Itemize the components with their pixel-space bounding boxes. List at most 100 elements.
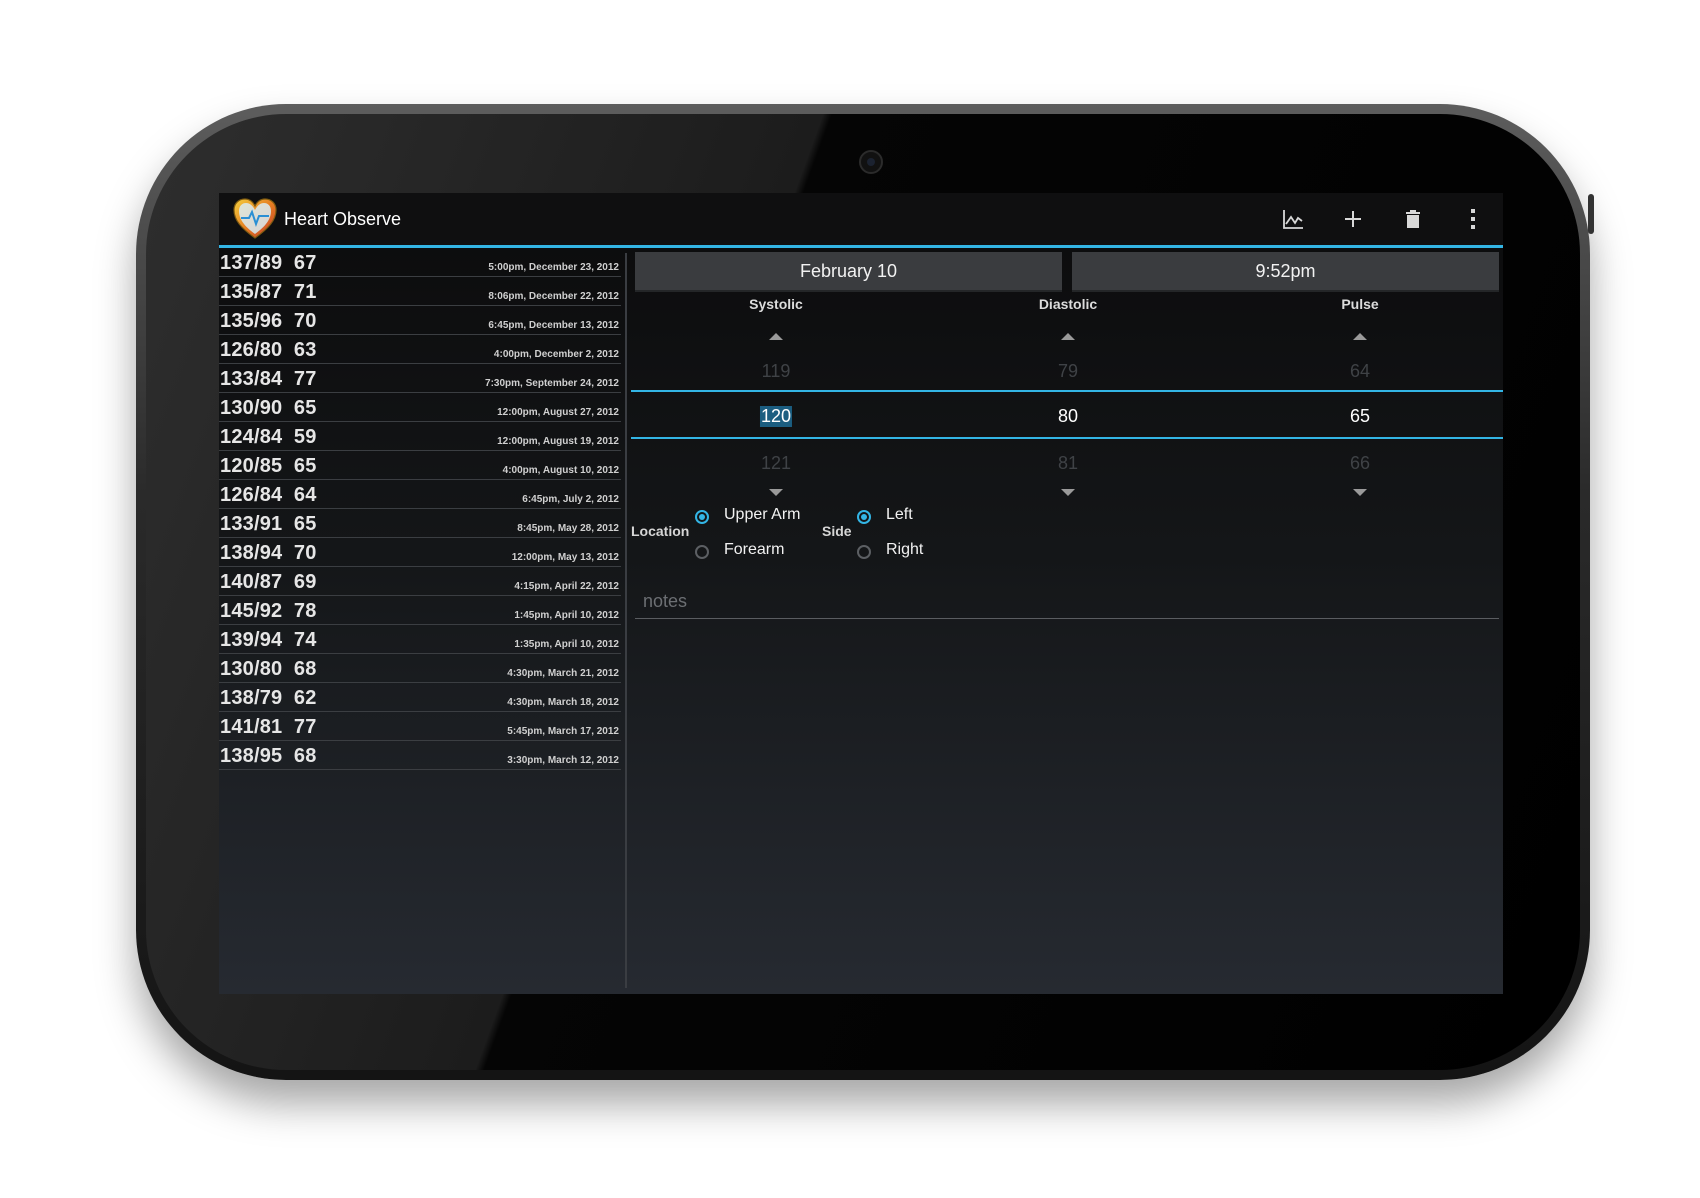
plus-icon (1345, 211, 1361, 227)
list-item[interactable]: 126/80 63 4:00pm, December 2, 2012 (219, 335, 621, 364)
list-item[interactable]: 139/94 74 1:35pm, April 10, 2012 (219, 625, 621, 654)
action-bar: Heart Observe (219, 193, 1503, 248)
list-item[interactable]: 145/92 78 1:45pm, April 10, 2012 (219, 596, 621, 625)
reading-timestamp: 5:00pm, December 23, 2012 (488, 262, 619, 273)
more-vertical-icon (1471, 209, 1475, 229)
reading-timestamp: 1:35pm, April 10, 2012 (514, 639, 619, 650)
list-item[interactable]: 135/87 71 8:06pm, December 22, 2012 (219, 277, 621, 306)
diastolic-decrement-icon[interactable] (1061, 489, 1075, 496)
reading-timestamp: 6:45pm, December 13, 2012 (488, 320, 619, 331)
reading-values: 135/96 70 (220, 310, 317, 332)
left-side-label[interactable]: Left (886, 506, 913, 524)
reading-values: 133/84 77 (220, 368, 317, 390)
upper-arm-radio[interactable] (695, 510, 709, 524)
list-item[interactable]: 130/80 68 4:30pm, March 21, 2012 (219, 654, 621, 683)
systolic-increment-icon[interactable] (769, 333, 783, 340)
reading-timestamp: 12:00pm, August 19, 2012 (497, 436, 619, 447)
reading-timestamp: 12:00pm, May 13, 2012 (511, 552, 619, 563)
reading-timestamp: 4:00pm, December 2, 2012 (493, 349, 619, 360)
systolic-label: Systolic (749, 296, 803, 312)
list-item[interactable]: 133/91 65 8:45pm, May 28, 2012 (219, 509, 621, 538)
notes-placeholder: notes (643, 591, 688, 611)
side-label: Side (822, 523, 852, 539)
list-item[interactable]: 137/89 67 5:00pm, December 23, 2012 (219, 248, 621, 277)
pulse-value-input[interactable]: 65 (1350, 406, 1370, 427)
readings-list: 137/89 67 5:00pm, December 23, 2012 135/… (219, 248, 625, 988)
systolic-next-value[interactable]: 121 (761, 453, 791, 474)
picker-selection-top-line (631, 390, 1503, 392)
diastolic-label: Diastolic (1038, 296, 1098, 312)
list-item[interactable]: 120/85 65 4:00pm, August 10, 2012 (219, 451, 621, 480)
list-item[interactable]: 130/90 65 12:00pm, August 27, 2012 (219, 393, 621, 422)
pulse-prev-value[interactable]: 64 (1350, 361, 1370, 382)
chart-line-icon (1283, 210, 1303, 229)
pulse-label: Pulse (1341, 296, 1379, 312)
reading-values: 138/95 68 (220, 745, 317, 767)
reading-values: 126/80 63 (220, 339, 317, 361)
diastolic-increment-icon[interactable] (1061, 333, 1075, 340)
reading-timestamp: 5:45pm, March 17, 2012 (507, 726, 619, 737)
reading-values: 130/90 65 (220, 397, 317, 419)
forearm-radio[interactable] (695, 545, 709, 559)
diastolic-prev-value[interactable]: 79 (1058, 361, 1078, 382)
reading-timestamp: 3:30pm, March 12, 2012 (507, 755, 619, 766)
diastolic-next-value[interactable]: 81 (1058, 453, 1078, 474)
power-button (1588, 194, 1594, 234)
reading-timestamp: 4:00pm, August 10, 2012 (502, 465, 619, 476)
right-side-label[interactable]: Right (886, 541, 923, 559)
list-item[interactable]: 126/84 64 6:45pm, July 2, 2012 (219, 480, 621, 509)
forearm-label[interactable]: Forearm (724, 541, 784, 559)
pulse-decrement-icon[interactable] (1353, 489, 1367, 496)
pulse-increment-icon[interactable] (1353, 333, 1367, 340)
reading-values: 140/87 69 (220, 571, 317, 593)
reading-values: 139/94 74 (220, 629, 317, 651)
left-side-radio[interactable] (857, 510, 871, 524)
reading-timestamp: 6:45pm, July 2, 2012 (522, 494, 619, 505)
reading-values: 133/91 65 (220, 513, 317, 535)
overflow-menu-button[interactable] (1453, 201, 1493, 237)
list-item[interactable]: 141/81 77 5:45pm, March 17, 2012 (219, 712, 621, 741)
reading-values: 141/81 77 (220, 716, 317, 738)
pulse-next-value[interactable]: 66 (1350, 453, 1370, 474)
diastolic-value-input[interactable]: 80 (1058, 406, 1078, 427)
reading-values: 138/94 70 (220, 542, 317, 564)
reading-values: 138/79 62 (220, 687, 317, 709)
location-label: Location (631, 523, 690, 539)
upper-arm-label[interactable]: Upper Arm (724, 506, 800, 524)
systolic-prev-value[interactable]: 119 (762, 361, 791, 382)
reading-values: 126/84 64 (220, 484, 317, 506)
reading-values: 120/85 65 (220, 455, 317, 477)
systolic-decrement-icon[interactable] (769, 489, 783, 496)
app-screen: Heart Observe 137/89 67 5:00pm, December… (219, 193, 1503, 994)
list-item[interactable]: 124/84 59 12:00pm, August 19, 2012 (219, 422, 621, 451)
list-item[interactable]: 133/84 77 7:30pm, September 24, 2012 (219, 364, 621, 393)
list-item[interactable]: 138/94 70 12:00pm, May 13, 2012 (219, 538, 621, 567)
reading-timestamp: 8:06pm, December 22, 2012 (488, 291, 619, 302)
list-item[interactable]: 140/87 69 4:15pm, April 22, 2012 (219, 567, 621, 596)
reading-timestamp: 4:15pm, April 22, 2012 (514, 581, 619, 592)
front-camera (859, 150, 883, 174)
app-title: Heart Observe (284, 209, 402, 229)
reading-timestamp: 8:45pm, May 28, 2012 (517, 523, 619, 534)
pane-divider (625, 253, 627, 988)
list-item[interactable]: 135/96 70 6:45pm, December 13, 2012 (219, 306, 621, 335)
reading-timestamp: 7:30pm, September 24, 2012 (485, 378, 619, 389)
picker-selection-bottom-line (631, 437, 1503, 439)
time-button[interactable]: 9:52pm (1072, 252, 1499, 292)
reading-timestamp: 12:00pm, August 27, 2012 (497, 407, 619, 418)
reading-timestamp: 4:30pm, March 21, 2012 (507, 668, 619, 679)
reading-values: 145/92 78 (220, 600, 317, 622)
date-button[interactable]: February 10 (635, 252, 1062, 292)
delete-button[interactable] (1393, 201, 1433, 237)
reading-timestamp: 1:45pm, April 10, 2012 (514, 610, 619, 621)
list-item[interactable]: 138/79 62 4:30pm, March 18, 2012 (219, 683, 621, 712)
systolic-value-input[interactable]: 120 (759, 406, 793, 427)
heart-logo-icon[interactable] (231, 196, 279, 242)
right-side-radio[interactable] (857, 545, 871, 559)
reading-timestamp: 4:30pm, March 18, 2012 (507, 697, 619, 708)
list-item[interactable]: 138/95 68 3:30pm, March 12, 2012 (219, 741, 621, 770)
notes-field[interactable]: notes (635, 588, 1499, 619)
chart-button[interactable] (1273, 201, 1313, 237)
add-button[interactable] (1333, 201, 1373, 237)
reading-values: 124/84 59 (220, 426, 317, 448)
